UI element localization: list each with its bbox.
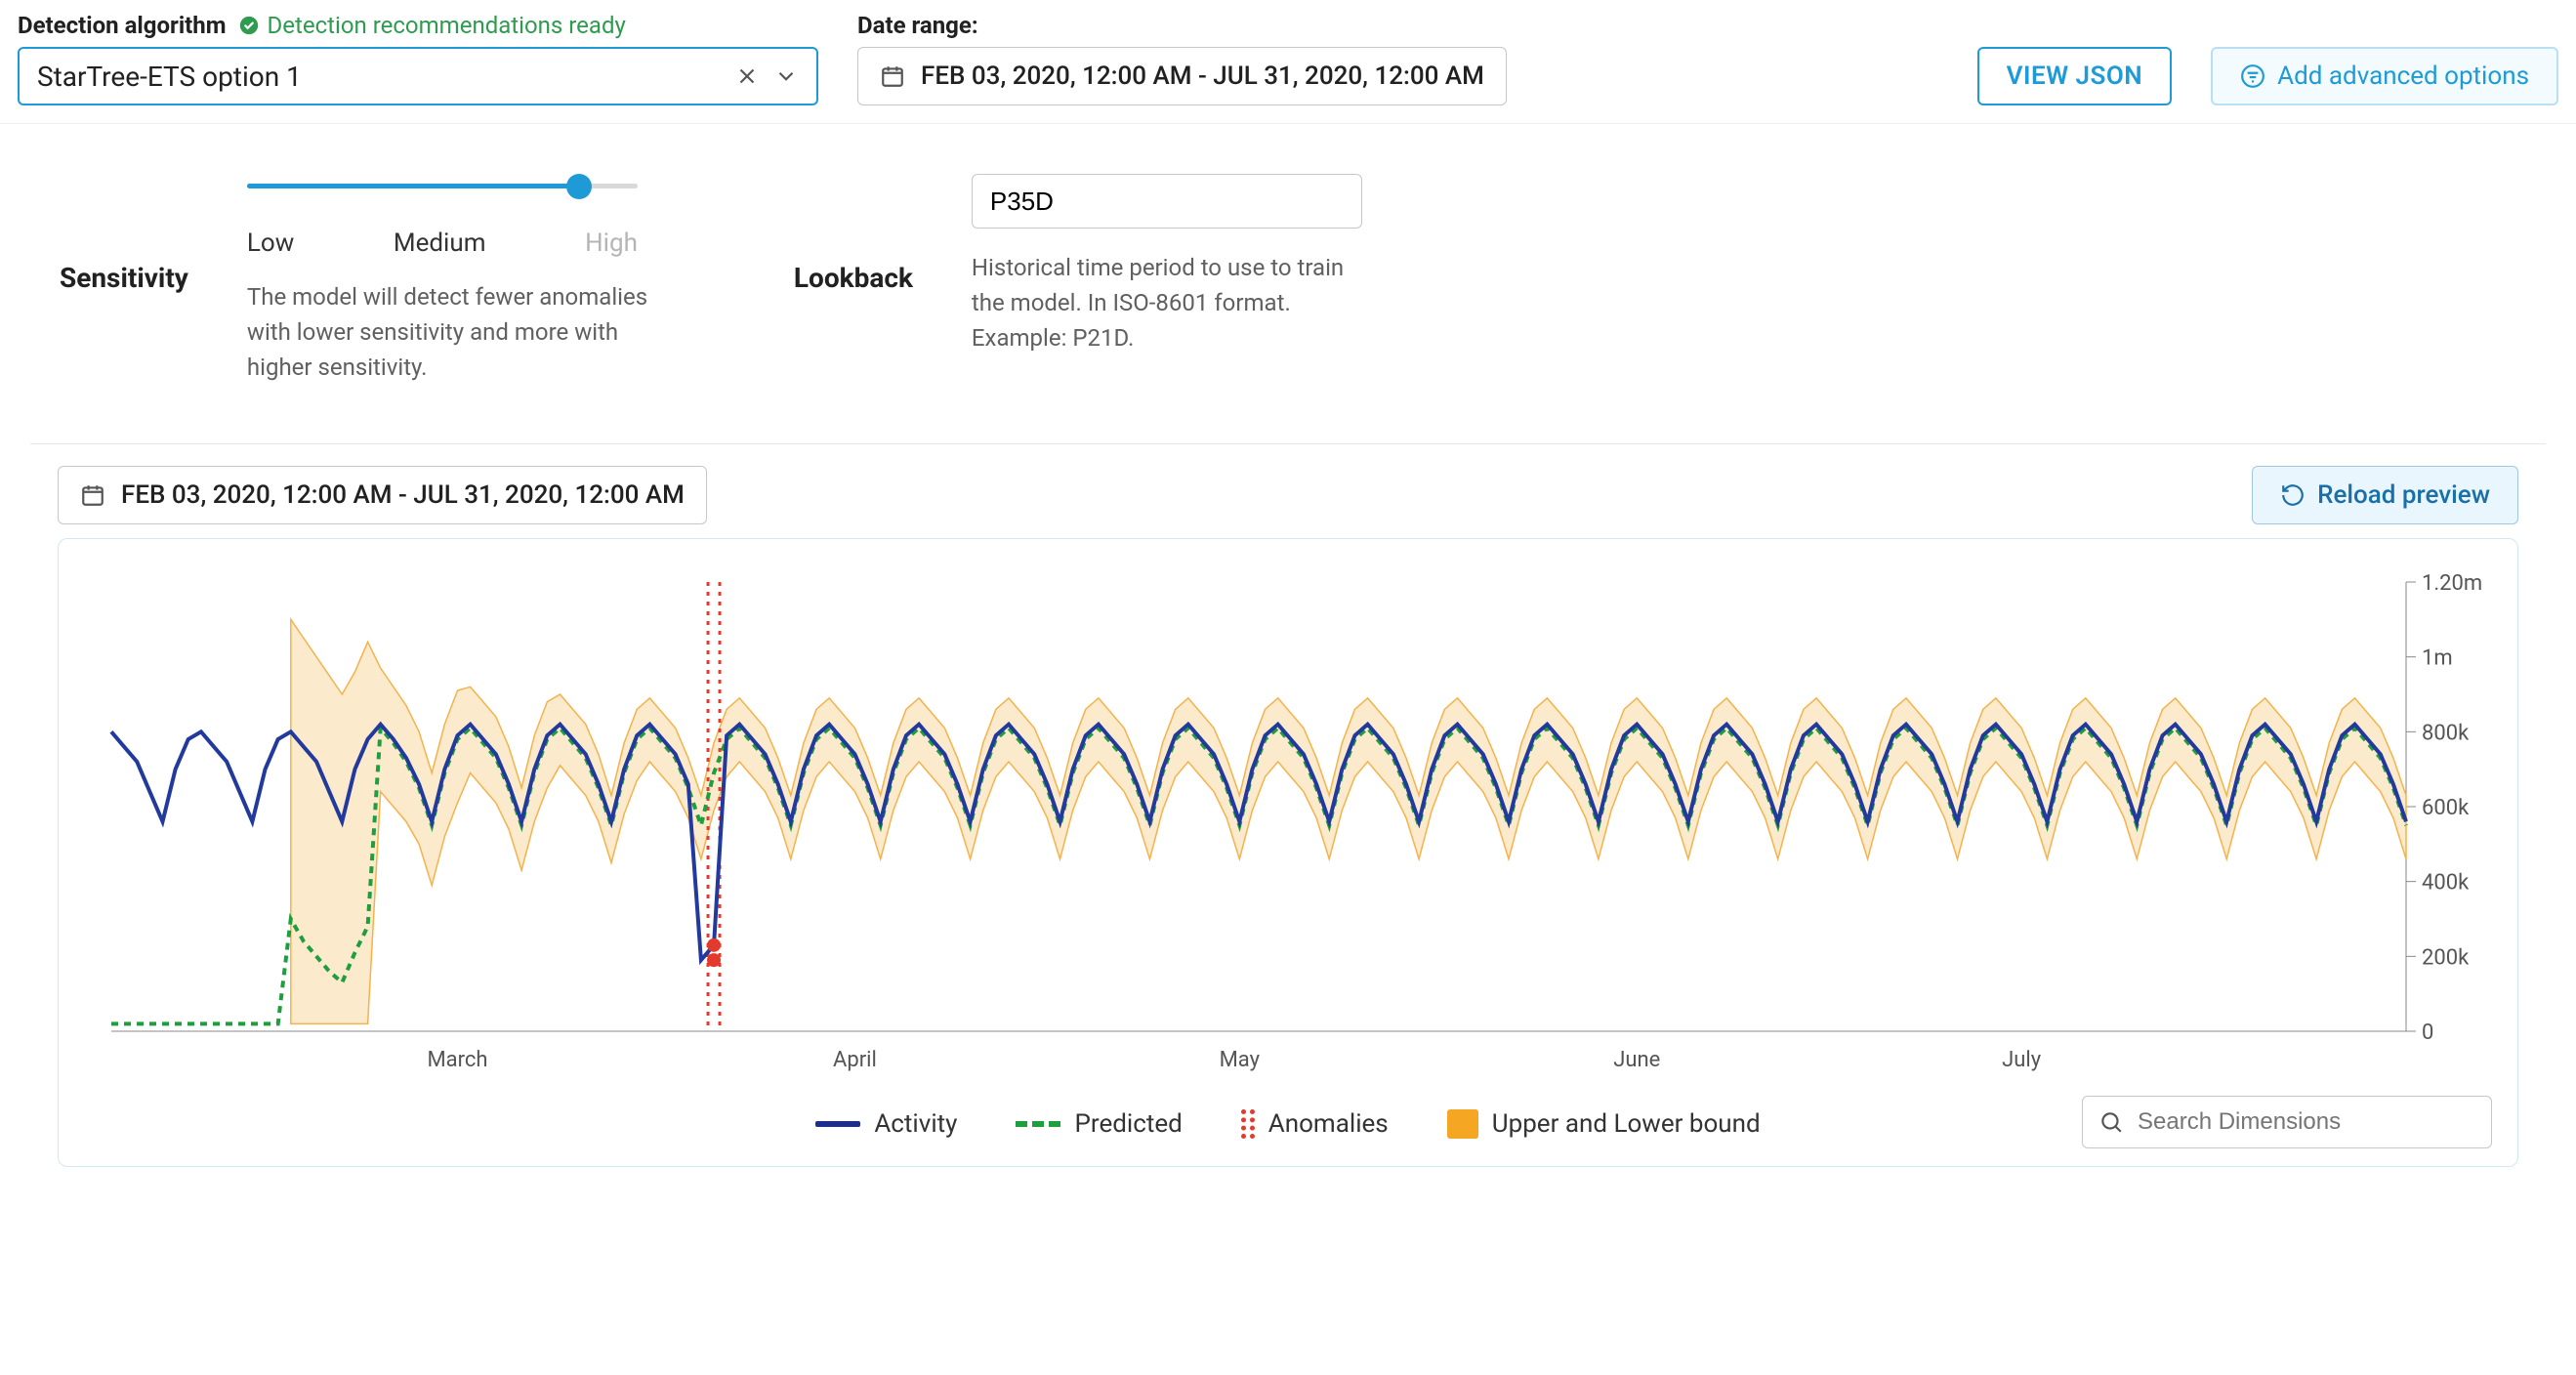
top-bar: Detection algorithm Detection recommenda… [0,0,2576,124]
sensitivity-slider[interactable] [247,174,638,199]
reload-icon [2280,482,2306,508]
sensitivity-title: Sensitivity [60,174,188,385]
preview-date-range-value: FEB 03, 2020, 12:00 AM - JUL 31, 2020, 1… [121,480,685,510]
search-dimensions[interactable] [2082,1096,2492,1148]
lookback-group: Lookback Historical time period to use t… [794,174,1382,385]
sensitivity-help: The model will detect fewer anomalies wi… [247,279,657,385]
svg-text:April: April [833,1048,877,1072]
recommendation-status: Detection recommendations ready [238,12,626,39]
algorithm-label: Detection algorithm [18,12,227,39]
date-range-value: FEB 03, 2020, 12:00 AM - JUL 31, 2020, 1… [921,62,1484,91]
chart-card: 0 200k 400k 600k 800k 1m 1.20m March April May Jun… [58,538,2518,1167]
sensitivity-group: Sensitivity Low Medium High The model wi… [60,174,657,385]
lookback-help: Historical time period to use to train t… [972,250,1382,355]
preview-bar: FEB 03, 2020, 12:00 AM - JUL 31, 2020, 1… [30,444,2546,538]
algorithm-select[interactable]: StarTree-ETS option 1 [18,47,818,105]
svg-text:200k: 200k [2422,945,2470,970]
svg-text:July: July [2002,1048,2042,1072]
lookback-title: Lookback [794,174,913,385]
algorithm-value: StarTree-ETS option 1 [37,61,302,93]
filter-icon [2240,63,2265,89]
svg-text:800k: 800k [2422,721,2470,745]
svg-text:1m: 1m [2422,646,2453,671]
search-dimensions-input[interactable] [2138,1108,2475,1136]
config-panel: Sensitivity Low Medium High The model wi… [29,124,2547,1203]
algorithm-field: Detection algorithm Detection recommenda… [18,12,818,105]
reload-preview-button[interactable]: Reload preview [2252,466,2518,524]
legend-bound: Upper and Lower bound [1447,1109,1761,1139]
calendar-icon [880,63,905,89]
svg-text:March: March [427,1048,487,1072]
config-row: Sensitivity Low Medium High The model wi… [30,154,2546,444]
chevron-down-icon[interactable] [773,63,799,89]
svg-text:June: June [1613,1048,1660,1072]
svg-text:May: May [1220,1048,1261,1072]
calendar-icon [80,482,105,508]
svg-text:1.20m: 1.20m [2422,571,2482,596]
date-range-field: Date range: FEB 03, 2020, 12:00 AM - JUL… [857,12,1507,105]
date-range-picker[interactable]: FEB 03, 2020, 12:00 AM - JUL 31, 2020, 1… [857,47,1507,105]
preview-date-range[interactable]: FEB 03, 2020, 12:00 AM - JUL 31, 2020, 1… [58,466,707,524]
sensitivity-slider-labels: Low Medium High [247,229,638,258]
add-advanced-options-button[interactable]: Add advanced options [2211,47,2558,105]
lookback-input[interactable] [972,174,1362,229]
date-range-label: Date range: [857,12,1507,39]
clear-icon[interactable] [734,63,760,89]
search-icon [2098,1109,2124,1135]
view-json-button[interactable]: VIEW JSON [1977,47,2173,105]
timeseries-chart[interactable]: 0 200k 400k 600k 800k 1m 1.20m March April May Jun… [82,562,2494,1090]
legend-anomalies: Anomalies [1241,1109,1389,1139]
check-circle-icon [238,15,260,36]
svg-text:0: 0 [2422,1021,2433,1045]
svg-text:400k: 400k [2422,871,2470,896]
legend-activity: Activity [815,1109,957,1139]
svg-text:600k: 600k [2422,796,2470,820]
legend-predicted: Predicted [1016,1109,1182,1139]
algorithm-label-row: Detection algorithm Detection recommenda… [18,12,818,39]
